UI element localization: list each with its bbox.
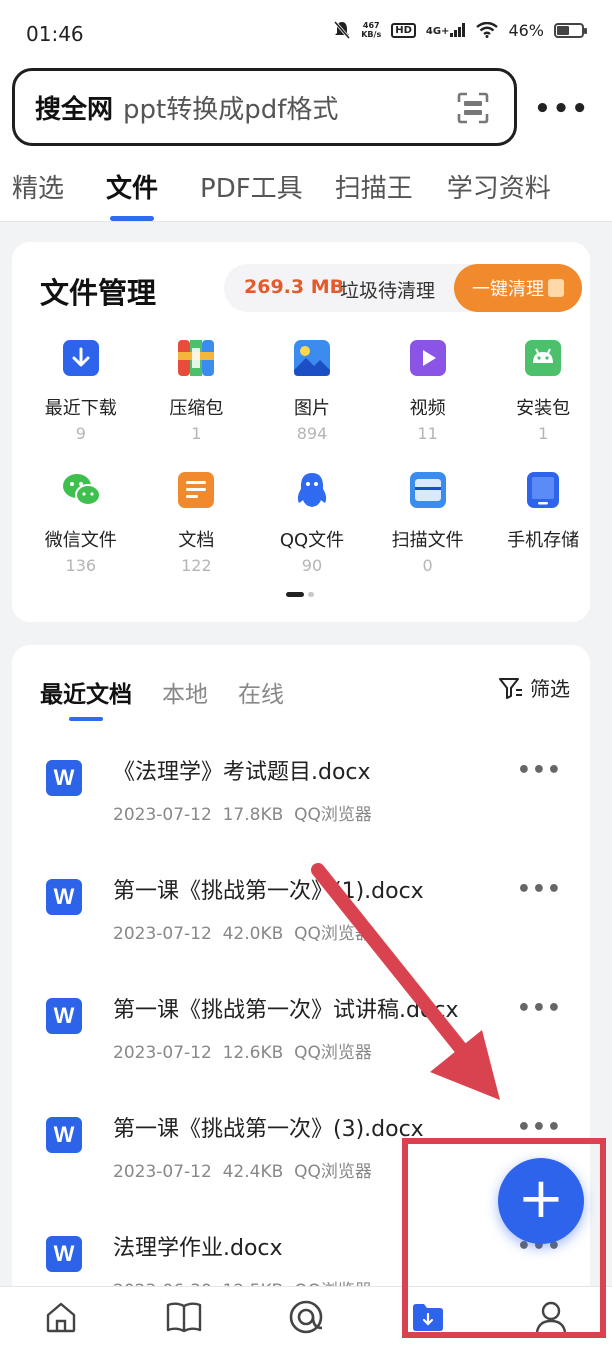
tab-featured[interactable]: 精选 <box>0 168 76 218</box>
word-file-icon: W <box>46 760 82 796</box>
junk-label: 垃圾待清理 <box>340 280 436 302</box>
hd-icon: HD <box>391 22 416 38</box>
tab-scanner[interactable]: 扫描王 <box>323 168 425 218</box>
tab-study-materials[interactable]: 学习资料 <box>435 168 563 218</box>
video-icon <box>409 340 446 376</box>
word-file-icon: W <box>46 1236 82 1272</box>
category-apks[interactable]: 安装包 1 <box>496 334 590 466</box>
page-indicator <box>286 592 314 597</box>
status-bar: 01:46 467 KB/s HD 4G+ 46% <box>0 0 612 66</box>
download-icon <box>62 340 99 376</box>
signal-icon: 4G+ <box>426 23 467 37</box>
category-images[interactable]: 图片 894 <box>265 334 359 466</box>
status-time: 01:46 <box>26 22 84 46</box>
doc-name: 法理学作业.docx <box>113 1236 283 1261</box>
category-phone-storage[interactable]: 手机存储 <box>496 466 590 598</box>
document-icon <box>178 472 215 508</box>
tab-files[interactable]: 文件 <box>94 168 170 218</box>
broom-icon <box>548 279 564 297</box>
category-qq-files[interactable]: QQ文件 90 <box>265 466 359 598</box>
word-file-icon: W <box>46 879 82 915</box>
list-item[interactable]: W 第一课《挑战第一次》试讲稿.docx 2023-07-12 12.6KB Q… <box>12 968 590 1087</box>
category-archives[interactable]: 压缩包 1 <box>150 334 244 466</box>
mute-bell-icon <box>334 21 351 39</box>
list-item[interactable]: W 《法理学》考试题目.docx 2023-07-12 17.8KB QQ浏览器… <box>12 730 590 849</box>
filter-icon <box>499 677 522 699</box>
more-options-icon[interactable]: ••• <box>534 94 590 124</box>
doc-name: 第一课《挑战第一次》试讲稿.docx <box>113 998 459 1023</box>
more-icon[interactable]: ••• <box>517 1115 562 1140</box>
category-scan-files[interactable]: 扫描文件 0 <box>381 466 475 598</box>
doc-meta: 2023-07-12 17.8KB QQ浏览器 <box>113 805 372 825</box>
battery-percent: 46% <box>508 20 544 40</box>
qq-icon <box>297 473 327 507</box>
top-tabs: 精选 文件 PDF工具 扫描王 学习资料 <box>0 168 563 218</box>
net-speed: 467 KB/s <box>361 21 382 39</box>
doc-meta: 2023-07-12 42.0KB QQ浏览器 <box>113 924 372 944</box>
word-file-icon: W <box>46 1117 82 1153</box>
android-icon <box>525 340 562 376</box>
status-icons: 467 KB/s HD 4G+ 46% <box>333 20 587 40</box>
filter-button[interactable]: 筛选 <box>498 673 570 702</box>
annotation-highlight-box <box>402 1138 606 1338</box>
battery-icon <box>554 22 587 38</box>
list-item[interactable]: W 第一课《挑战第一次》(1).docx 2023-07-12 42.0KB Q… <box>12 849 590 968</box>
doc-tabs: 最近文档 本地 在线 <box>40 675 284 709</box>
more-icon[interactable]: ••• <box>517 877 562 902</box>
one-click-clean-button[interactable]: 一键清理 <box>454 264 582 312</box>
scan-icon[interactable] <box>456 91 490 125</box>
wifi-icon <box>476 22 499 38</box>
more-icon[interactable]: ••• <box>517 758 562 783</box>
image-icon <box>293 340 330 376</box>
nav-reading[interactable] <box>122 1287 244 1346</box>
tab-pdf-tools[interactable]: PDF工具 <box>188 168 315 218</box>
category-videos[interactable]: 视频 11 <box>381 334 475 466</box>
more-icon[interactable]: ••• <box>517 996 562 1021</box>
search-prefix: 搜全网 <box>35 94 114 125</box>
category-grid: 最近下载 9 压缩包 1 图片 894 视频 11 安装包 1 微信文件 136… <box>12 334 590 598</box>
junk-size: 269.3 MB <box>244 276 345 298</box>
nav-home[interactable] <box>0 1287 122 1346</box>
tab-recent-docs[interactable]: 最近文档 <box>40 675 132 709</box>
scan-file-icon <box>409 472 446 508</box>
doc-name: 第一课《挑战第一次》(1).docx <box>113 879 424 904</box>
header: 搜全网 ppt转换成pdf格式 ••• 精选 文件 PDF工具 扫描王 学习资料 <box>0 66 612 222</box>
nav-browser[interactable] <box>245 1287 367 1346</box>
category-wechat-files[interactable]: 微信文件 136 <box>34 466 128 598</box>
archive-icon <box>178 340 215 376</box>
doc-meta: 2023-07-12 42.4KB QQ浏览器 <box>113 1162 372 1182</box>
file-manager-card: 文件管理 269.3 MB 垃圾待清理 一键清理 最近下载 9 压缩包 1 图片… <box>12 242 590 622</box>
tab-local[interactable]: 本地 <box>162 675 208 709</box>
search-input[interactable]: ppt转换成pdf格式 <box>123 89 338 126</box>
word-file-icon: W <box>46 998 82 1034</box>
wechat-icon <box>62 474 101 506</box>
book-icon <box>166 1302 201 1332</box>
file-manager-title: 文件管理 <box>40 276 157 310</box>
search-box[interactable]: 搜全网 ppt转换成pdf格式 <box>12 68 517 146</box>
category-documents[interactable]: 文档 122 <box>150 466 244 598</box>
browser-icon <box>289 1300 323 1333</box>
doc-name: 《法理学》考试题目.docx <box>113 760 371 785</box>
home-icon <box>46 1302 76 1332</box>
tab-online[interactable]: 在线 <box>238 675 284 709</box>
junk-clean-banner[interactable]: 269.3 MB 垃圾待清理 一键清理 <box>224 264 582 312</box>
doc-name: 第一课《挑战第一次》(3).docx <box>113 1117 424 1142</box>
phone-storage-icon <box>527 472 560 508</box>
category-recent-downloads[interactable]: 最近下载 9 <box>34 334 128 466</box>
doc-meta: 2023-07-12 12.6KB QQ浏览器 <box>113 1043 372 1063</box>
